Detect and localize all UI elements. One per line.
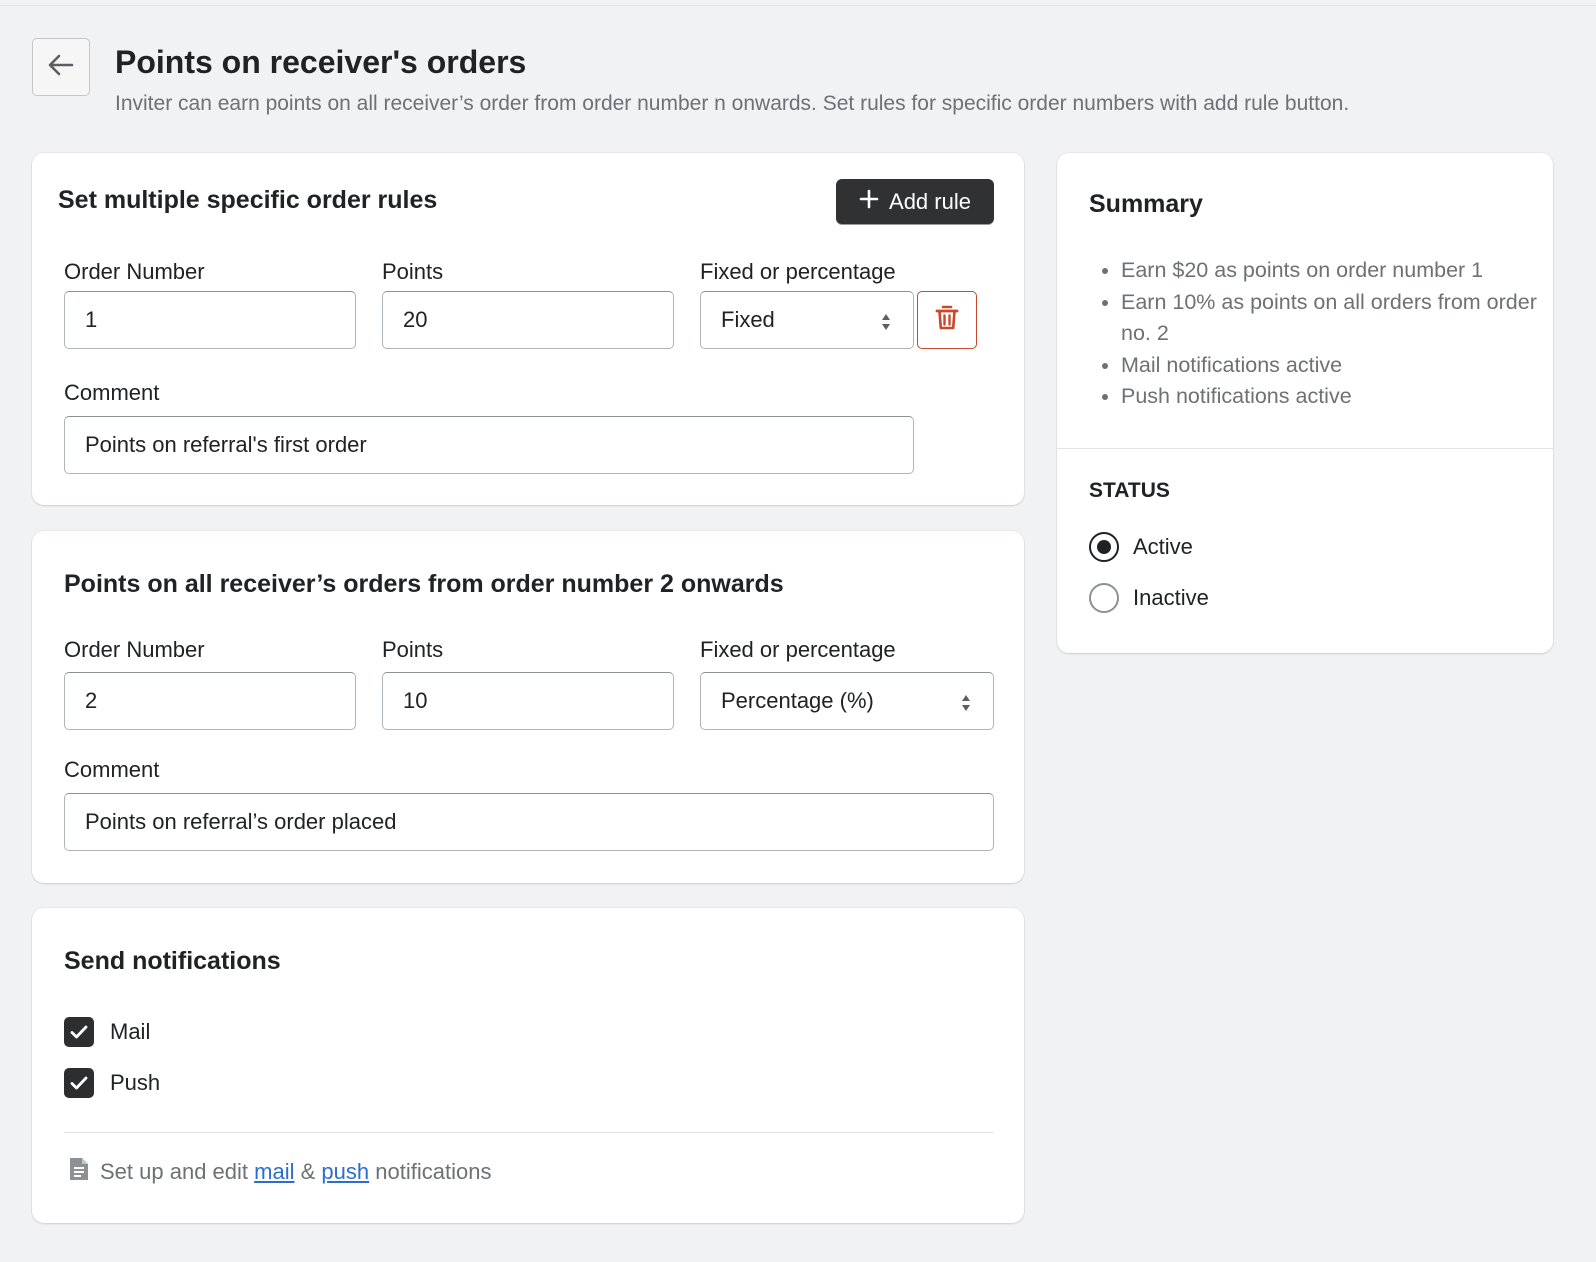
onwards-type-select-value: Percentage (%) bbox=[721, 688, 874, 713]
checkmark-icon bbox=[70, 1025, 88, 1039]
notifications-footer: Set up and edit mail & push notification… bbox=[68, 1156, 491, 1188]
comment-input[interactable]: Points on referral's first order bbox=[64, 416, 914, 474]
status-inactive-radio[interactable] bbox=[1089, 583, 1119, 613]
add-rule-button[interactable]: Add rule bbox=[836, 179, 994, 224]
order-number-input[interactable]: 1 bbox=[64, 291, 356, 349]
select-arrows-icon bbox=[961, 692, 971, 711]
comment-label: Comment bbox=[64, 380, 160, 405]
status-active-radio[interactable] bbox=[1089, 532, 1119, 562]
summary-item: Mail notifications active bbox=[1121, 350, 1541, 382]
onwards-order-number-input[interactable]: 2 bbox=[64, 672, 356, 730]
onwards-type-select[interactable]: Percentage (%) bbox=[700, 672, 994, 730]
onwards-rule-heading: Points on all receiver’s orders from ord… bbox=[64, 570, 784, 598]
summary-list: Earn $20 as points on order number 1 Ear… bbox=[1121, 255, 1541, 413]
top-border bbox=[0, 0, 1596, 6]
push-checkbox-label: Push bbox=[110, 1070, 161, 1095]
status-active-label: Active bbox=[1133, 534, 1193, 559]
footer-suffix: notifications bbox=[375, 1159, 492, 1184]
push-link[interactable]: push bbox=[321, 1159, 369, 1184]
notifications-heading: Send notifications bbox=[64, 947, 281, 975]
type-select-value: Fixed bbox=[721, 307, 775, 332]
onwards-rule-card: Points on all receiver’s orders from ord… bbox=[32, 531, 1024, 883]
specific-rules-card: Set multiple specific order rules Add ru… bbox=[32, 153, 1024, 505]
delete-rule-button[interactable] bbox=[917, 291, 977, 349]
summary-card: Summary Earn $20 as points on order numb… bbox=[1057, 153, 1553, 653]
onwards-comment-input[interactable]: Points on referral’s order placed bbox=[64, 793, 994, 851]
plus-icon bbox=[859, 189, 879, 215]
trash-icon bbox=[935, 305, 959, 336]
status-inactive-option[interactable]: Inactive bbox=[1089, 583, 1209, 613]
page-title: Points on receiver's orders bbox=[115, 44, 527, 80]
status-label: STATUS bbox=[1089, 479, 1170, 502]
summary-item: Earn 10% as points on all orders from or… bbox=[1121, 287, 1541, 350]
push-checkbox-row[interactable]: Push bbox=[64, 1068, 160, 1098]
footer-prefix: Set up and edit bbox=[100, 1159, 249, 1184]
onwards-points-label: Points bbox=[382, 637, 444, 662]
mail-link[interactable]: mail bbox=[254, 1159, 294, 1184]
onwards-points-input[interactable]: 10 bbox=[382, 672, 674, 730]
onwards-type-label: Fixed or percentage bbox=[700, 637, 896, 662]
summary-item: Push notifications active bbox=[1121, 381, 1541, 413]
summary-item: Earn $20 as points on order number 1 bbox=[1121, 255, 1541, 287]
footer-ampersand: & bbox=[300, 1159, 316, 1184]
mail-checkbox[interactable] bbox=[64, 1017, 94, 1047]
checkmark-icon bbox=[70, 1076, 88, 1090]
summary-heading: Summary bbox=[1089, 190, 1203, 218]
page-subtitle: Inviter can earn points on all receiver’… bbox=[115, 92, 1350, 115]
onwards-order-number-label: Order Number bbox=[64, 637, 205, 662]
type-select[interactable]: Fixed bbox=[700, 291, 914, 349]
status-inactive-label: Inactive bbox=[1133, 585, 1209, 610]
summary-divider bbox=[1057, 448, 1553, 449]
status-active-option[interactable]: Active bbox=[1089, 532, 1193, 562]
arrow-left-icon bbox=[48, 54, 74, 81]
document-icon bbox=[68, 1156, 90, 1188]
specific-rules-heading: Set multiple specific order rules bbox=[58, 186, 438, 214]
type-label: Fixed or percentage bbox=[700, 259, 896, 284]
points-label: Points bbox=[382, 259, 444, 284]
notifications-card: Send notifications Mail Push Set up and … bbox=[32, 908, 1024, 1223]
notifications-divider bbox=[64, 1132, 994, 1133]
add-rule-label: Add rule bbox=[889, 188, 971, 214]
select-arrows-icon bbox=[881, 311, 891, 330]
back-button[interactable] bbox=[32, 38, 90, 96]
onwards-comment-label: Comment bbox=[64, 757, 160, 782]
points-input[interactable]: 20 bbox=[382, 291, 674, 349]
push-checkbox[interactable] bbox=[64, 1068, 94, 1098]
order-number-label: Order Number bbox=[64, 259, 205, 284]
mail-checkbox-label: Mail bbox=[110, 1019, 151, 1044]
mail-checkbox-row[interactable]: Mail bbox=[64, 1017, 150, 1047]
